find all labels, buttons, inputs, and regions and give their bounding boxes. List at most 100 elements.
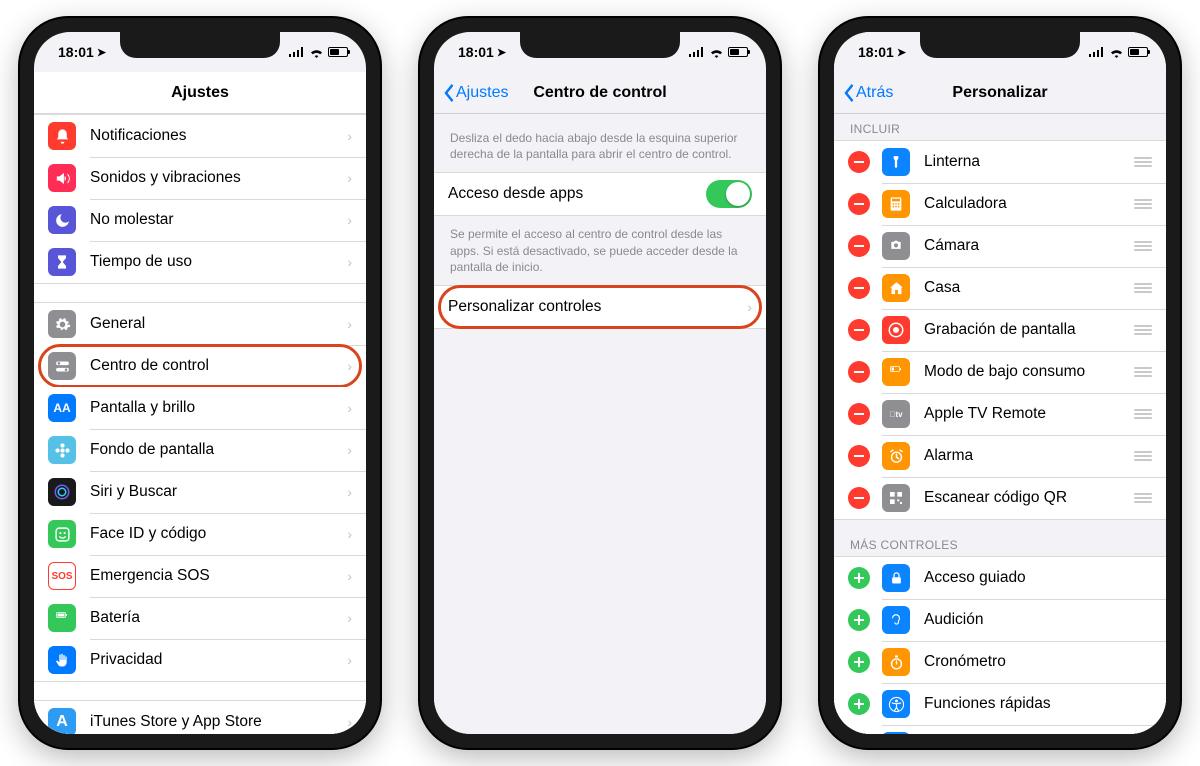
chevron-right-icon: › [347, 568, 352, 584]
settings-row-face-id-y-c-digo[interactable]: Face ID y código› [34, 513, 366, 555]
control-row-calculadora[interactable]: Calculadora [834, 183, 1166, 225]
SOS-icon: SOS [48, 562, 76, 590]
settings-row-pantalla-y-brillo[interactable]: AAPantalla y brillo› [34, 387, 366, 429]
reorder-grip-icon[interactable] [1134, 493, 1152, 503]
moon-icon [48, 206, 76, 234]
settings-row-emergencia-sos[interactable]: SOSEmergencia SOS› [34, 555, 366, 597]
reorder-grip-icon[interactable] [1134, 409, 1152, 419]
row-label: Funciones rápidas [924, 695, 1152, 713]
chevron-right-icon: › [347, 652, 352, 668]
siri-icon [48, 478, 76, 506]
settings-row-tiempo-de-uso[interactable]: Tiempo de uso› [34, 241, 366, 283]
settings-row-general[interactable]: General› [34, 303, 366, 345]
reorder-grip-icon[interactable] [1134, 367, 1152, 377]
settings-row-bater-a[interactable]: Batería› [34, 597, 366, 639]
chevron-right-icon: › [347, 400, 352, 416]
control-row-lupa[interactable]: Lupa [834, 725, 1166, 734]
control-row-casa[interactable]: Casa [834, 267, 1166, 309]
control-row-audici-n[interactable]: Audición [834, 599, 1166, 641]
settings-row-fondo-de-pantalla[interactable]: Fondo de pantalla› [34, 429, 366, 471]
settings-row-notificaciones[interactable]: Notificaciones› [34, 115, 366, 157]
control-row-apple-tv-remote[interactable]: tvApple TV Remote [834, 393, 1166, 435]
row-label: Escanear código QR [924, 489, 1134, 507]
settings-row-centro-de-control[interactable]: Centro de control› [34, 345, 366, 387]
back-button[interactable]: Ajustes [442, 84, 508, 102]
hourglass-icon [48, 248, 76, 276]
remove-button[interactable] [848, 403, 870, 425]
row-label: Acceso guiado [924, 569, 1152, 587]
cellular-icon [1089, 47, 1105, 57]
control-row-alarma[interactable]: Alarma [834, 435, 1166, 477]
customize-list[interactable]: INCLUIR LinternaCalculadoraCámaraCasaGra… [834, 114, 1166, 734]
add-button[interactable] [848, 693, 870, 715]
status-time: 18:01 [858, 44, 894, 60]
settings-row-no-molestar[interactable]: No molestar› [34, 199, 366, 241]
row-label: Privacidad [90, 651, 347, 669]
ear-icon [882, 606, 910, 634]
chevron-right-icon: › [347, 170, 352, 186]
reorder-grip-icon[interactable] [1134, 241, 1152, 251]
remove-button[interactable] [848, 445, 870, 467]
chevron-right-icon: › [347, 714, 352, 730]
wifi-icon [1109, 47, 1124, 58]
reorder-grip-icon[interactable] [1134, 199, 1152, 209]
cellular-icon [689, 47, 705, 57]
customize-controls-row[interactable]: Personalizar controles › [434, 286, 766, 328]
row-label: Calculadora [924, 195, 1134, 213]
chevron-right-icon: › [347, 254, 352, 270]
notch [520, 32, 680, 58]
control-row-linterna[interactable]: Linterna [834, 141, 1166, 183]
reorder-grip-icon[interactable] [1134, 157, 1152, 167]
control-center-settings: Desliza el dedo hacia abajo desde la esq… [434, 114, 766, 734]
control-row-c-mara[interactable]: Cámara [834, 225, 1166, 267]
control-row-acceso-guiado[interactable]: Acceso guiado [834, 557, 1166, 599]
back-button[interactable]: Atrás [842, 84, 893, 102]
cellular-icon [289, 47, 305, 57]
access-toggle[interactable] [706, 180, 752, 208]
location-icon: ➤ [497, 46, 506, 59]
battery-low-icon [882, 358, 910, 386]
chevron-right-icon: › [347, 358, 352, 374]
screen-2: 18:01 ➤ Ajustes Centro de control Desliz… [434, 32, 766, 734]
control-row-grabaci-n-de-pantalla[interactable]: Grabación de pantalla [834, 309, 1166, 351]
row-label: Sonidos y vibraciones [90, 169, 347, 187]
remove-button[interactable] [848, 361, 870, 383]
row-label: Linterna [924, 153, 1134, 171]
settings-row-privacidad[interactable]: Privacidad› [34, 639, 366, 681]
reorder-grip-icon[interactable] [1134, 283, 1152, 293]
record-icon [882, 316, 910, 344]
add-button[interactable] [848, 567, 870, 589]
row-label: Modo de bajo consumo [924, 363, 1134, 381]
settings-list[interactable]: Notificaciones›Sonidos y vibraciones›No … [34, 114, 366, 734]
row-label: Alarma [924, 447, 1134, 465]
battery-icon [1128, 47, 1148, 57]
row-label: Cronómetro [924, 653, 1152, 671]
row-label: Tiempo de uso [90, 253, 347, 271]
more-header: MÁS CONTROLES [834, 530, 1166, 556]
control-row-escanear-c-digo-qr[interactable]: Escanear código QR [834, 477, 1166, 519]
remove-button[interactable] [848, 193, 870, 215]
settings-row-itunes-store-y-app-store[interactable]: AiTunes Store y App Store› [34, 701, 366, 734]
control-row-modo-de-bajo-consumo[interactable]: Modo de bajo consumo [834, 351, 1166, 393]
control-row-cron-metro[interactable]: Cronómetro [834, 641, 1166, 683]
bell-icon [48, 122, 76, 150]
reorder-grip-icon[interactable] [1134, 325, 1152, 335]
chevron-right-icon: › [347, 526, 352, 542]
control-row-funciones-r-pidas[interactable]: Funciones rápidas [834, 683, 1166, 725]
remove-button[interactable] [848, 319, 870, 341]
add-button[interactable] [848, 651, 870, 673]
reorder-grip-icon[interactable] [1134, 451, 1152, 461]
remove-button[interactable] [848, 151, 870, 173]
remove-button[interactable] [848, 235, 870, 257]
settings-row-sonidos-y-vibraciones[interactable]: Sonidos y vibraciones› [34, 157, 366, 199]
face-icon [48, 520, 76, 548]
lock-icon [882, 564, 910, 592]
customize-label: Personalizar controles [448, 298, 747, 316]
access-within-apps-row[interactable]: Acceso desde apps [434, 173, 766, 215]
row-label: Apple TV Remote [924, 405, 1134, 423]
add-button[interactable] [848, 609, 870, 631]
remove-button[interactable] [848, 487, 870, 509]
remove-button[interactable] [848, 277, 870, 299]
settings-row-siri-y-buscar[interactable]: Siri y Buscar› [34, 471, 366, 513]
location-icon: ➤ [97, 46, 106, 59]
